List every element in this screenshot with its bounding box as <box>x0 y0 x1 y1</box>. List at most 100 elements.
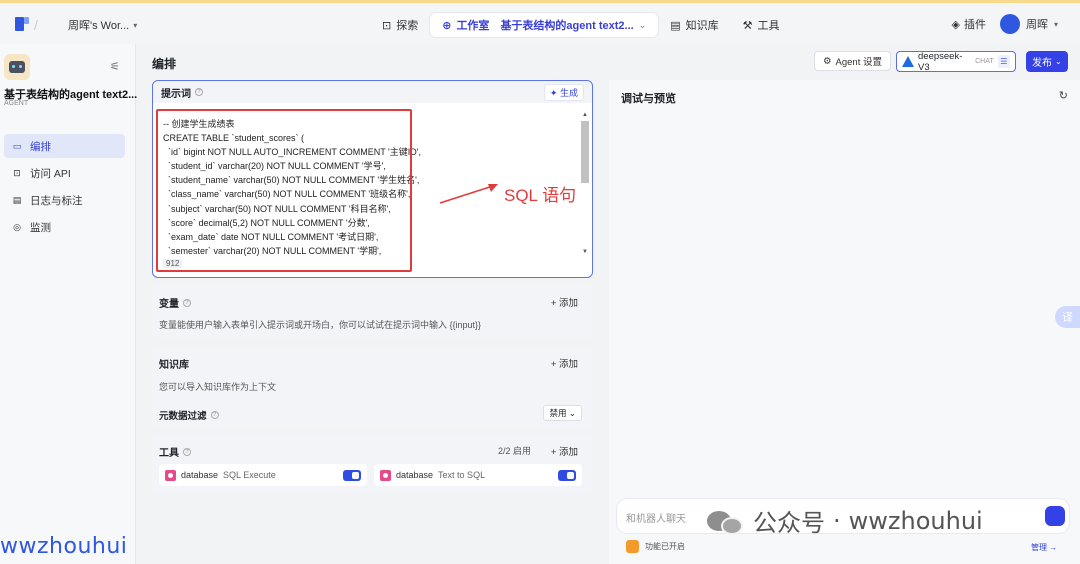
robot-icon: ⊕ <box>442 19 452 32</box>
scrollbar-thumb[interactable] <box>581 121 589 183</box>
manage-link[interactable]: 管理 → <box>1031 542 1057 553</box>
cube-icon: ◈ <box>951 18 960 31</box>
generate-button[interactable]: ✦ 生成 <box>543 83 584 101</box>
layout-icon: ▭ <box>12 140 22 151</box>
tool-toggle[interactable] <box>343 469 361 481</box>
sidebar-menu: ▭ 编排 ⊡ 访问 API ▤ 日志与标注 ◎ 监测 <box>4 134 125 242</box>
agent-type-label: AGENT <box>4 100 29 107</box>
robot-face-icon <box>9 61 25 73</box>
metadata-filter-select[interactable]: 禁用 ⌄ <box>543 405 582 421</box>
agent-avatar <box>4 54 30 80</box>
knowledge-description: 您可以导入知识库作为上下文 <box>159 382 277 392</box>
chevron-down-icon: ▾ <box>1053 19 1058 29</box>
translate-button[interactable]: 译 <box>1055 306 1080 328</box>
scroll-up-icon[interactable]: ▲ <box>582 112 588 118</box>
add-variable-button[interactable]: + 添加 <box>551 295 578 309</box>
chevron-down-icon: ⌄ <box>638 19 647 30</box>
nav-tools[interactable]: ⚒ 工具 <box>731 13 792 37</box>
settings-sliders-icon[interactable]: ⚟ <box>110 60 120 73</box>
sidebar-item-label: 监测 <box>30 221 51 234</box>
main-area: 编排 ⚙ Agent 设置 deepseek-V3 CHAT ☰ 发布 ⌄ 提示… <box>137 44 1080 564</box>
nav-explore[interactable]: ⊡ 探索 <box>370 13 430 37</box>
api-icon: ⊡ <box>13 167 21 178</box>
watermark-brand: 公众号 <box>753 509 825 537</box>
tool-name: database <box>181 470 219 480</box>
variables-title-text: 变量 <box>159 299 179 310</box>
book-icon: ▤ <box>670 19 681 32</box>
help-icon[interactable]: ? <box>210 411 219 419</box>
tool-subtitle: Text to SQL <box>438 470 486 480</box>
sidebar-item-label: 日志与标注 <box>30 194 83 207</box>
add-tool-button[interactable]: + 添加 <box>551 444 578 458</box>
send-button[interactable] <box>1045 506 1065 526</box>
plugins-button[interactable]: ◈ 插件 <box>952 16 986 32</box>
refresh-icon[interactable]: ↻ <box>1059 89 1068 102</box>
feature-status: 功能已开启 <box>626 540 685 553</box>
variables-title: 变量 ? <box>159 295 191 310</box>
prompt-title: 提示词 ? <box>161 85 203 100</box>
sidebar-item-orchestrate[interactable]: ▭ 编排 <box>4 134 125 158</box>
plugins-label: 插件 <box>963 19 986 31</box>
metadata-filter-label: 元数据过滤 ? <box>159 408 219 422</box>
main-nav: ⊡ 探索 ⊕ 工作室 基于表结构的agent text2... ⌄ ▤ 知识库 … <box>370 12 792 38</box>
top-bar: / 周晖's Wor... ▾ ⊡ 探索 ⊕ 工作室 基于表结构的agent t… <box>0 0 1080 44</box>
model-selector[interactable]: deepseek-V3 CHAT ☰ <box>896 50 1016 73</box>
chevron-down-icon: ⌄ <box>1055 57 1062 66</box>
scroll-down-icon[interactable]: ▼ <box>582 249 588 255</box>
nav-knowledge-label: 知识库 <box>685 20 719 32</box>
tools-title: 工具 ? <box>159 444 191 459</box>
debug-preview-panel: 调试与预览 ↻ 和机器人聊天 功能已开启 管理 → <box>609 80 1080 564</box>
avatar <box>999 14 1020 34</box>
tool-item[interactable]: database SQL Execute <box>159 464 367 486</box>
chevron-down-icon: ▾ <box>133 20 138 30</box>
watermark-left: wwzhouhui <box>0 534 128 559</box>
tools-icon: ⚒ <box>742 19 753 32</box>
help-icon[interactable]: ? <box>183 298 191 307</box>
tools-enabled-count: 2/2 启用 <box>498 446 532 456</box>
help-icon[interactable]: ? <box>195 88 203 96</box>
annotation-arrow-icon <box>439 184 498 204</box>
add-knowledge-button[interactable]: + 添加 <box>551 356 578 370</box>
feature-icon <box>626 540 639 553</box>
workspace-switcher[interactable]: 周晖's Wor... ▾ <box>68 17 137 33</box>
tool-subtitle: SQL Execute <box>223 470 276 480</box>
tool-item[interactable]: database Text to SQL <box>374 464 582 486</box>
generate-label: 生成 <box>559 87 578 98</box>
sidebar-item-logs[interactable]: ▤ 日志与标注 <box>4 188 125 212</box>
feature-status-text: 功能已开启 <box>645 542 685 551</box>
current-agent-name[interactable]: 基于表结构的agent text2... <box>500 17 633 33</box>
sidebar-item-monitor[interactable]: ◎ 监测 <box>4 215 125 239</box>
annotation-label: SQL 语句 <box>504 186 577 205</box>
prompt-editor-card: 提示词 ? ✦ 生成 -- 创建学生成绩表 CREATE TABLE `stud… <box>152 80 593 278</box>
knowledge-card: 知识库 + 添加 您可以导入知识库作为上下文 元数据过滤 ? 禁用 ⌄ <box>152 346 593 427</box>
tool-name: database <box>396 470 434 480</box>
user-menu[interactable]: 周晖 ▾ <box>999 14 1058 34</box>
nav-studio-label: 工作室 <box>456 20 490 32</box>
agent-settings-label: Agent 设置 <box>835 57 882 68</box>
model-logo-icon <box>902 56 914 67</box>
sidebar: ⚟ 基于表结构的agent text2... AGENT ▭ 编排 ⊡ 访问 A… <box>0 44 137 564</box>
agent-settings-button[interactable]: ⚙ Agent 设置 <box>814 51 891 71</box>
monitor-icon: ◎ <box>13 221 21 232</box>
tools-title-text: 工具 <box>159 448 179 459</box>
sidebar-item-api[interactable]: ⊡ 访问 API <box>4 161 125 185</box>
chat-placeholder: 和机器人聊天 <box>626 514 686 525</box>
publish-button[interactable]: 发布 ⌄ <box>1026 51 1068 72</box>
database-icon <box>380 469 391 481</box>
help-icon[interactable]: ? <box>183 447 191 456</box>
variables-card: 变量 ? + 添加 变量能使用户输入表单引入提示词或开场白，你可以试试在提示词中… <box>152 285 593 338</box>
workspace-name: 周晖's Wor... <box>68 20 130 32</box>
prompt-header: 提示词 ? ✦ 生成 <box>153 81 592 103</box>
app-logo-icon[interactable] <box>14 16 30 32</box>
user-name: 周晖 <box>1025 19 1048 31</box>
sidebar-item-label: 编排 <box>30 140 51 153</box>
model-name: deepseek-V3 <box>918 50 963 73</box>
preview-title: 调试与预览 <box>621 93 676 105</box>
nav-studio[interactable]: ⊕ 工作室 基于表结构的agent text2... ⌄ <box>430 13 659 37</box>
watermark-separator: · <box>833 506 841 535</box>
wechat-icon <box>707 507 745 535</box>
nav-knowledge[interactable]: ▤ 知识库 <box>658 13 730 37</box>
watermark-right: 公众号 · wwzhouhui <box>707 503 983 538</box>
sliders-icon[interactable]: ☰ <box>997 55 1010 68</box>
tool-toggle[interactable] <box>558 469 576 481</box>
